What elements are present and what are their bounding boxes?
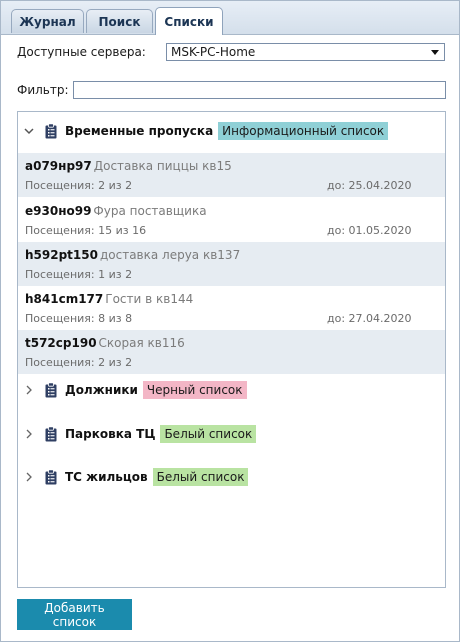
chevron-down-icon: [431, 50, 439, 55]
clipboard-icon: [45, 426, 57, 442]
filter-input[interactable]: [73, 81, 446, 99]
list-item[interactable]: h841cm177 Гости в кв144 Посещения: 8 из 8…: [18, 286, 445, 330]
group-debtors[interactable]: Должники Черный список: [18, 379, 445, 401]
list-item[interactable]: а079нр97 Доставка пиццы кв15 Посещения: 2…: [18, 153, 445, 197]
visits-count: Посещения: 2 из 2: [25, 179, 133, 192]
chevron-right-icon[interactable]: [22, 385, 36, 395]
group-residents[interactable]: ТС жильцов Белый список: [18, 466, 445, 488]
chevron-right-icon[interactable]: [22, 429, 36, 439]
chevron-right-icon[interactable]: [22, 472, 36, 482]
lists-panel: Журнал Поиск Списки Доступные сервера: M…: [0, 0, 460, 642]
plate-number: h592рt150: [25, 248, 98, 262]
plate-number: h841cm177: [25, 292, 104, 306]
group-temporary-passes[interactable]: Временные пропуска Информационный список: [18, 120, 445, 142]
group-name: Должники: [65, 383, 138, 397]
servers-select[interactable]: MSK-PC-Home: [166, 43, 445, 61]
valid-until: до: 01.05.2020: [327, 224, 412, 237]
group-name: Временные пропуска: [65, 124, 214, 138]
list-type-badge: Информационный список: [218, 122, 389, 140]
clipboard-icon: [45, 469, 57, 485]
item-description: доставка леруа кв137: [99, 248, 241, 262]
servers-label: Доступные сервера:: [17, 45, 146, 59]
list-type-badge: Белый список: [160, 425, 257, 443]
list-item[interactable]: е930но99 Фура поставщика Посещения: 15 из…: [18, 198, 445, 242]
tab-search[interactable]: Поиск: [86, 9, 153, 33]
tab-lists[interactable]: Списки: [155, 7, 223, 35]
group-name: Парковка ТЦ: [65, 427, 156, 441]
tab-journal[interactable]: Журнал: [11, 9, 84, 33]
valid-until: до: 25.04.2020: [327, 179, 412, 192]
plate-number: е930но99: [25, 204, 92, 218]
item-description: Фура поставщика: [93, 204, 207, 218]
group-name: ТС жильцов: [65, 470, 148, 484]
group-parking[interactable]: Парковка ТЦ Белый список: [18, 423, 445, 445]
valid-until: до: 27.04.2020: [327, 312, 412, 325]
item-description: Гости в кв144: [105, 292, 194, 306]
list-type-badge: Черный список: [142, 381, 247, 399]
visits-count: Посещения: 2 из 2: [25, 356, 133, 369]
list-item[interactable]: t572cp190 Скорая кв116 Посещения: 2 из 2: [18, 330, 445, 374]
plate-number: а079нр97: [25, 159, 92, 173]
clipboard-icon: [45, 123, 57, 139]
item-description: Доставка пиццы кв15: [93, 159, 232, 173]
tab-bar: Журнал Поиск Списки: [1, 1, 459, 35]
filter-label: Фильтр:: [17, 83, 69, 97]
add-list-button[interactable]: Добавить список: [17, 599, 132, 630]
chevron-down-icon[interactable]: [22, 127, 36, 135]
list-type-badge: Белый список: [152, 468, 249, 486]
lists-tree: Временные пропуска Информационный список…: [17, 111, 446, 588]
clipboard-icon: [45, 382, 57, 398]
visits-count: Посещения: 15 из 16: [25, 224, 147, 237]
visits-count: Посещения: 1 из 2: [25, 268, 133, 281]
visits-count: Посещения: 8 из 8: [25, 312, 133, 325]
plate-number: t572cp190: [25, 336, 97, 350]
item-description: Скорая кв116: [98, 336, 185, 350]
servers-selected-value: MSK-PC-Home: [171, 45, 256, 59]
list-item[interactable]: h592рt150 доставка леруа кв137 Посещения:…: [18, 242, 445, 286]
